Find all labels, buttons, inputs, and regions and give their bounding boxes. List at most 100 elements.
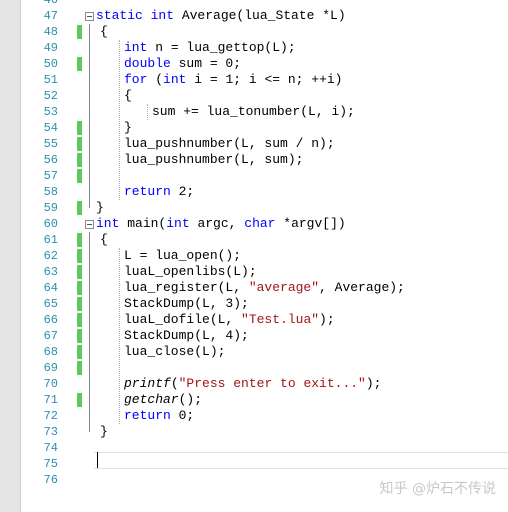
line-number: 52: [43, 89, 58, 103]
code-token: int: [124, 40, 156, 55]
code-line[interactable]: 67 StackDump(L, 4);: [20, 328, 508, 344]
line-number: 46: [43, 0, 58, 7]
code-token: {: [100, 232, 108, 247]
code-line[interactable]: 56 lua_pushnumber(L, sum);: [20, 152, 508, 168]
line-number: 71: [43, 393, 58, 407]
change-marker: [77, 281, 82, 295]
code-token: }: [96, 200, 104, 215]
code-line[interactable]: 63 luaL_openlibs(L);: [20, 264, 508, 280]
line-number: 50: [43, 57, 58, 71]
line-number: 70: [43, 377, 58, 391]
code-token: lua_close(L);: [124, 344, 226, 359]
change-marker: [77, 361, 82, 375]
code-token: getchar: [124, 392, 179, 407]
line-number: 66: [43, 313, 58, 327]
line-number: 56: [43, 153, 58, 167]
code-line[interactable]: 69: [20, 360, 508, 376]
code-token: *argv[]): [283, 216, 346, 231]
line-number: 67: [43, 329, 58, 343]
code-text: {: [100, 24, 108, 40]
code-token: (: [170, 376, 179, 391]
code-token: );: [365, 376, 382, 391]
code-line[interactable]: 51 for (int i = 1; i <= n; ++i): [20, 72, 508, 88]
code-line[interactable]: 60 int main(int argc, char *argv[]): [20, 216, 508, 232]
watermark: 知乎 @炉石不传说: [379, 481, 496, 497]
code-line[interactable]: 70 printf("Press enter to exit...");: [20, 376, 508, 392]
change-marker: [77, 25, 82, 39]
code-token: 2;: [178, 184, 195, 199]
line-number: 57: [43, 169, 58, 183]
line-number: 68: [43, 345, 58, 359]
change-marker: [77, 137, 82, 151]
code-line[interactable]: 71 getchar();: [20, 392, 508, 408]
change-marker: [77, 121, 82, 135]
code-line[interactable]: 62 L = lua_open();: [20, 248, 508, 264]
code-line[interactable]: 59}: [20, 200, 508, 216]
change-marker: [77, 153, 82, 167]
line-number: 64: [43, 281, 58, 295]
code-line[interactable]: 64 lua_register(L, "average", Average);: [20, 280, 508, 296]
code-line[interactable]: 54}: [20, 120, 508, 136]
code-line[interactable]: 53 sum += lua_tonumber(L, i);: [20, 104, 508, 120]
change-marker: [77, 297, 82, 311]
code-line[interactable]: 50 double sum = 0;: [20, 56, 508, 72]
code-text: lua_pushnumber(L, sum);: [124, 152, 303, 168]
code-token: argc,: [197, 216, 245, 231]
code-text: {: [100, 232, 108, 248]
code-token: static: [96, 8, 151, 23]
code-token: }: [100, 424, 108, 439]
code-line[interactable]: 65 StackDump(L, 3);: [20, 296, 508, 312]
code-text: }: [100, 424, 108, 440]
code-text: lua_register(L, "average", Average);: [124, 280, 405, 296]
code-token: luaL_dofile(L,: [124, 312, 242, 327]
code-line[interactable]: 46: [20, 0, 508, 8]
change-marker: [77, 345, 82, 359]
code-line[interactable]: 57: [20, 168, 508, 184]
code-line[interactable]: 47 static int Average(lua_State *L): [20, 8, 508, 24]
code-text: }: [124, 120, 132, 136]
line-number: 75: [43, 457, 58, 471]
code-text: getchar();: [124, 392, 202, 408]
code-line[interactable]: 72 return 0;: [20, 408, 508, 424]
code-text: int n = lua_gettop(L);: [124, 40, 296, 56]
change-marker: [77, 313, 82, 327]
code-line[interactable]: 68 lua_close(L);: [20, 344, 508, 360]
code-line[interactable]: 49 int n = lua_gettop(L);: [20, 40, 508, 56]
code-token: StackDump(L, 4);: [124, 328, 249, 343]
code-token: i = 1; i <= n; ++i): [194, 72, 343, 87]
line-number: 72: [43, 409, 58, 423]
code-text: double sum = 0;: [124, 56, 241, 72]
line-number: 48: [43, 25, 58, 39]
code-text: return 0;: [124, 408, 194, 424]
line-number: 47: [43, 9, 58, 23]
code-token: return: [124, 184, 179, 199]
line-number: 54: [43, 121, 58, 135]
line-number: 73: [43, 425, 58, 439]
code-line[interactable]: 52 {: [20, 88, 508, 104]
code-editor[interactable]: 46 47 static int Average(lua_State *L) 48 {4…: [20, 0, 508, 512]
code-text: printf("Press enter to exit...");: [124, 376, 381, 392]
line-number: 59: [43, 201, 58, 215]
code-token: luaL_openlibs(L);: [124, 264, 257, 279]
code-text: sum += lua_tonumber(L, i);: [152, 104, 355, 120]
code-line[interactable]: 73}: [20, 424, 508, 440]
code-line[interactable]: 58 return 2;: [20, 184, 508, 200]
code-token: double: [124, 56, 179, 71]
code-token: char: [244, 216, 284, 231]
code-line[interactable]: 48 {: [20, 24, 508, 40]
change-marker: [77, 249, 82, 263]
code-line[interactable]: 61 {: [20, 232, 508, 248]
code-token: return: [124, 408, 179, 423]
change-marker: [77, 265, 82, 279]
code-token: int: [96, 216, 128, 231]
code-line[interactable]: 74: [20, 440, 508, 456]
line-number: 65: [43, 297, 58, 311]
code-line[interactable]: 55 lua_pushnumber(L, sum / n);: [20, 136, 508, 152]
code-token: lua_pushnumber(L, sum / n);: [124, 136, 335, 151]
fold-toggle-icon[interactable]: [85, 12, 94, 21]
code-token: }: [124, 120, 132, 135]
code-token: );: [319, 312, 335, 327]
code-line[interactable]: 66 luaL_dofile(L, "Test.lua");: [20, 312, 508, 328]
code-line[interactable]: 75: [20, 456, 508, 472]
fold-toggle-icon[interactable]: [85, 220, 94, 229]
